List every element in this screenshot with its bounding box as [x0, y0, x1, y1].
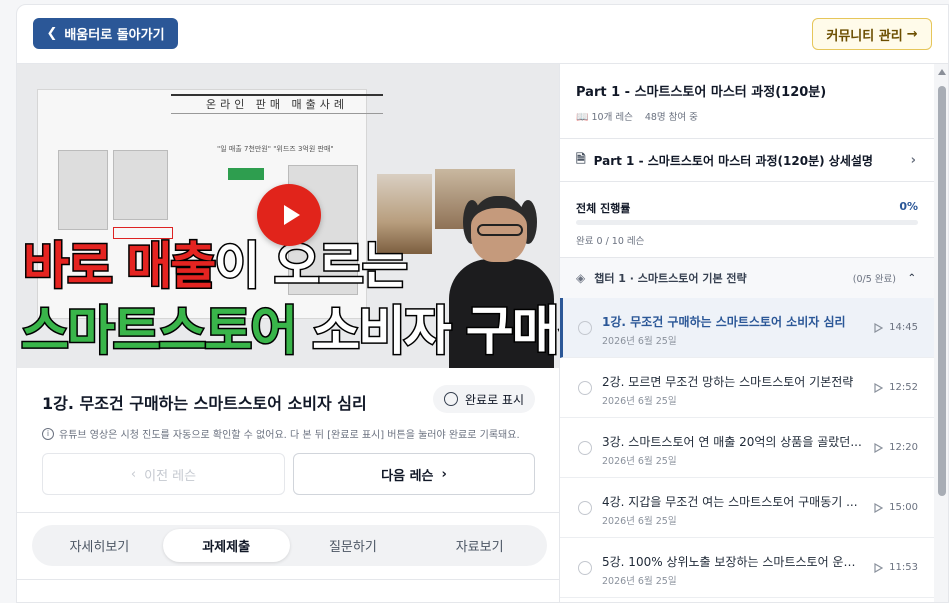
- lesson-title: 1강. 무조건 구매하는 스마트스토어 소비자 심리: [42, 394, 367, 413]
- lesson-item-date: 2026년 6월 25일: [602, 396, 677, 407]
- mark-complete-label: 완료로 표시: [464, 392, 524, 407]
- course-meta: 📖 10개 레슨 48명 참여 중: [576, 109, 698, 123]
- back-to-learning-button[interactable]: ❮ 배움터로 돌아가기: [33, 18, 178, 49]
- chevron-left-icon: ❮: [46, 26, 58, 41]
- course-sidebar: Part 1 - 스마트스토어 마스터 과정(120분) 📖 10개 레슨 48…: [560, 64, 934, 602]
- community-button-label: 커뮤니티 관리: [826, 28, 903, 44]
- chevron-right-icon: ›: [441, 466, 447, 482]
- course-detail-label: Part 1 - 스마트스토어 마스터 과정(120분) 상세설명: [593, 153, 873, 168]
- youtube-notice: i 유튜브 영상은 시청 진도를 자동으로 확인할 수 없어요. 다 본 뒤 […: [42, 426, 520, 441]
- lesson-item-duration: 14:45: [874, 322, 918, 333]
- section-divider: [17, 512, 559, 513]
- circle-icon: [578, 501, 592, 515]
- lesson-item-duration: 12:52: [874, 382, 918, 393]
- chevron-left-icon: ‹: [130, 466, 137, 482]
- slide-subtitle: "일 매출 7천만원" "위드즈 3억원 판매": [217, 145, 334, 153]
- community-manage-button[interactable]: 커뮤니티 관리 →: [812, 18, 932, 50]
- lesson-list: 1강. 무조건 구매하는 스마트스토어 소비자 심리 2026년 6월 25일 …: [560, 298, 934, 598]
- lesson-tabs: 자세히보기 과제제출 질문하기 자료보기: [32, 525, 547, 566]
- lesson-item-name: 4강. 지갑을 무조건 여는 스마트스토어 구매동기 ...: [602, 495, 858, 509]
- notice-text: 유튜브 영상은 시청 진도를 자동으로 확인할 수 없어요. 다 본 뒤 [완료…: [59, 430, 520, 441]
- tab-materials[interactable]: 자료보기: [416, 529, 543, 562]
- slide-title: 온라인 판매 매출사례: [171, 94, 383, 114]
- arrow-right-icon: →: [906, 26, 918, 42]
- lesson-item-duration: 15:00: [874, 502, 918, 513]
- lesson-item[interactable]: 2강. 모르면 무조건 망하는 스마트스토어 기본전략 2026년 6월 25일…: [560, 358, 934, 418]
- play-button[interactable]: [257, 184, 321, 246]
- top-bar: ❮ 배움터로 돌아가기 커뮤니티 관리 →: [17, 5, 948, 64]
- lesson-item-duration: 12:20: [874, 442, 918, 453]
- next-lesson-button[interactable]: 다음 레슨 ›: [293, 453, 535, 495]
- circle-icon: [578, 381, 592, 395]
- lesson-item-name: 3강. 스마트스토어 연 매출 20억의 상품을 골랐던...: [602, 435, 862, 449]
- play-outline-icon: [874, 442, 884, 453]
- document-icon: 🗎: [576, 151, 586, 166]
- circle-icon: [443, 392, 458, 406]
- slide-screenshot-mid: [113, 150, 168, 220]
- lesson-item[interactable]: 1강. 무조건 구매하는 스마트스토어 소비자 심리 2026년 6월 25일 …: [560, 298, 934, 358]
- lesson-item[interactable]: 5강. 100% 상위노출 보장하는 스마트스토어 운영... 2026년 6월…: [560, 538, 934, 598]
- course-title: Part 1 - 스마트스토어 마스터 과정(120분): [576, 85, 827, 100]
- lesson-item[interactable]: 3강. 스마트스토어 연 매출 20억의 상품을 골랐던... 2026년 6월…: [560, 418, 934, 478]
- chapter-done-count: (0/5 완료): [852, 274, 896, 285]
- lesson-item-date: 2026년 6월 25일: [602, 516, 677, 527]
- circle-icon: [578, 561, 592, 575]
- play-icon: [283, 205, 300, 225]
- chevron-right-icon: ›: [910, 152, 916, 168]
- lesson-item-name: 5강. 100% 상위노출 보장하는 스마트스토어 운영...: [602, 555, 862, 569]
- book-icon: 📖: [576, 112, 589, 123]
- slide-screenshot-left: [58, 150, 108, 230]
- tab-details[interactable]: 자세히보기: [36, 529, 163, 562]
- chapter-header[interactable]: ◈ 챕터 1 · 스마트스토어 기본 전략 (0/5 완료) ⌃: [560, 258, 934, 298]
- next-lesson-label: 다음 레슨: [381, 468, 434, 484]
- lesson-item-name: 2강. 모르면 무조건 망하는 스마트스토어 기본전략: [602, 375, 854, 389]
- slide-green-block: [228, 168, 264, 180]
- sidebar-scrollbar[interactable]: [934, 64, 948, 602]
- progress-label: 전체 진행률: [576, 202, 631, 215]
- thumbnail-headline-2: 스마트스토어 소비자 구매경로: [19, 301, 559, 364]
- lesson-item-date: 2026년 6월 25일: [602, 576, 677, 587]
- play-outline-icon: [874, 502, 884, 513]
- progress-count: 완료 0 / 10 레슨: [576, 236, 645, 247]
- progress-bar: [576, 220, 918, 225]
- section-divider: [17, 579, 559, 580]
- thumbnail-headline-1: 바로 매출이 오르는: [21, 236, 409, 297]
- circle-icon: [578, 441, 592, 455]
- chapter-title: 챕터 1 · 스마트스토어 기본 전략: [594, 272, 747, 285]
- lesson-main: 온라인 판매 매출사례 "일 매출 7천만원" "위드즈 3억원 판매" 바로 …: [17, 64, 559, 602]
- course-detail-link[interactable]: 🗎 Part 1 - 스마트스토어 마스터 과정(120분) 상세설명 ›: [560, 139, 934, 181]
- video-player[interactable]: 온라인 판매 매출사례 "일 매출 7천만원" "위드즈 3억원 판매" 바로 …: [17, 64, 559, 368]
- lesson-item-date: 2026년 6월 25일: [602, 456, 677, 467]
- tab-assignment[interactable]: 과제제출: [162, 529, 290, 562]
- progress-percent: 0%: [899, 200, 918, 213]
- play-outline-icon: [874, 562, 884, 573]
- layers-icon: ◈: [576, 271, 586, 285]
- lesson-count: 📖 10개 레슨: [576, 112, 633, 123]
- participant-count: 48명 참여 중: [644, 112, 698, 123]
- mark-complete-button[interactable]: 완료로 표시: [433, 385, 535, 413]
- page-frame: ❮ 배움터로 돌아가기 커뮤니티 관리 → 온라인 판매 매출사례 "일 매출 …: [16, 4, 949, 603]
- back-button-label: 배움터로 돌아가기: [64, 28, 165, 43]
- chevron-up-icon: ⌃: [907, 272, 916, 284]
- lesson-item[interactable]: 4강. 지갑을 무조건 여는 스마트스토어 구매동기 ... 2026년 6월 …: [560, 478, 934, 538]
- prev-lesson-button[interactable]: ‹ 이전 레슨: [42, 453, 285, 495]
- prev-lesson-label: 이전 레슨: [144, 468, 197, 484]
- play-outline-icon: [874, 382, 884, 393]
- scroll-up-arrow-icon[interactable]: [938, 69, 946, 75]
- scrollbar-thumb[interactable]: [938, 86, 946, 496]
- glasses: [477, 224, 523, 236]
- play-outline-icon: [874, 322, 884, 333]
- lesson-item-duration: 11:53: [874, 562, 918, 573]
- circle-icon: [578, 321, 592, 335]
- tab-questions[interactable]: 질문하기: [290, 529, 417, 562]
- lesson-item-date: 2026년 6월 25일: [602, 336, 677, 347]
- lesson-item-name: 1강. 무조건 구매하는 스마트스토어 소비자 심리: [602, 315, 846, 329]
- info-icon: i: [42, 427, 54, 440]
